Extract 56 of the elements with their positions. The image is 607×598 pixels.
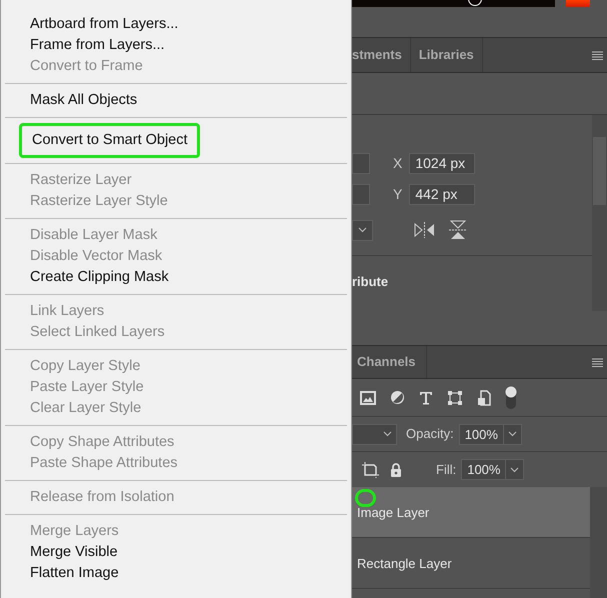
menu-item[interactable]: Merge Visible [30,542,347,563]
input-field[interactable] [352,184,370,204]
menu-item[interactable]: Disable Layer Mask [30,225,347,246]
image-filter-icon[interactable] [360,390,376,404]
layer-name: Rectangle Layer [357,554,452,573]
menu-item[interactable]: Merge Layers [30,521,347,542]
half-circle-icon[interactable] [390,390,405,405]
flip-horizontal-icon[interactable] [414,222,435,238]
input-field[interactable] [352,152,370,174]
menu-item[interactable]: Release from Isolation [30,487,347,508]
panel-tab[interactable]: stments [352,38,411,72]
menu-item[interactable]: Paste Layer Style [30,377,347,398]
flip-vertical-icon[interactable] [449,220,467,240]
menu-item[interactable]: Rasterize Layer Style [30,191,347,212]
menu-icon[interactable] [592,358,603,366]
menu-item[interactable]: Copy Shape Attributes [30,432,347,453]
menu-item[interactable]: Flatten Image [30,563,347,584]
panel-tab[interactable]: Libraries [410,38,483,72]
menu-item[interactable]: Select Linked Layers [30,322,347,343]
menu-icon[interactable] [592,50,603,60]
menu-item[interactable]: Create Clipping Mask [30,267,347,288]
menu-item[interactable]: Disable Vector Mask [30,246,347,267]
menu-item[interactable]: Mask All Objects [30,90,347,111]
menu-item[interactable]: Frame from Layers... [30,35,347,56]
color-swatch[interactable] [566,0,590,7]
text-icon[interactable] [419,390,433,404]
layer-name: Image Layer [357,504,430,522]
chevron-down-icon [510,466,520,472]
dropdown[interactable] [352,220,373,240]
x-input-field[interactable]: 1024 px [409,152,476,174]
chevron-down-icon [358,227,367,233]
chevron-down-icon [383,431,392,437]
toggle-icon[interactable] [505,386,517,410]
scrollbar[interactable] [592,115,607,311]
y-input-field[interactable]: 442 px [409,184,476,204]
menu-item[interactable]: Paste Shape Attributes [30,453,347,474]
lock-icon[interactable] [390,462,402,476]
section-heading: ribute [352,274,388,289]
y-label: Y [393,184,402,204]
document-icon[interactable] [477,390,491,406]
menu-item[interactable]: Artboard from Layers... [30,14,347,35]
chevron-down-icon [508,431,517,437]
menu-item[interactable]: Link Layers [30,301,347,322]
opacity-field[interactable]: 100% [458,424,522,444]
menu-item[interactable]: Convert to Frame [30,56,347,77]
menu-item[interactable]: Clear Layer Style [30,398,347,419]
panel-tab[interactable]: Channels [352,346,427,378]
layer-row[interactable]: Image Layer [352,487,590,538]
fill-field[interactable]: 100% [461,459,524,480]
fill-label: Fill: [436,460,456,479]
opacity-label: Opacity: [406,425,454,444]
menu-item[interactable]: Convert to Smart Object [19,123,200,158]
menu-item[interactable]: Rasterize Layer [30,170,347,191]
transform-icon[interactable] [447,390,463,406]
menu-item[interactable]: Copy Layer Style [30,356,347,377]
x-label: X [393,154,402,172]
